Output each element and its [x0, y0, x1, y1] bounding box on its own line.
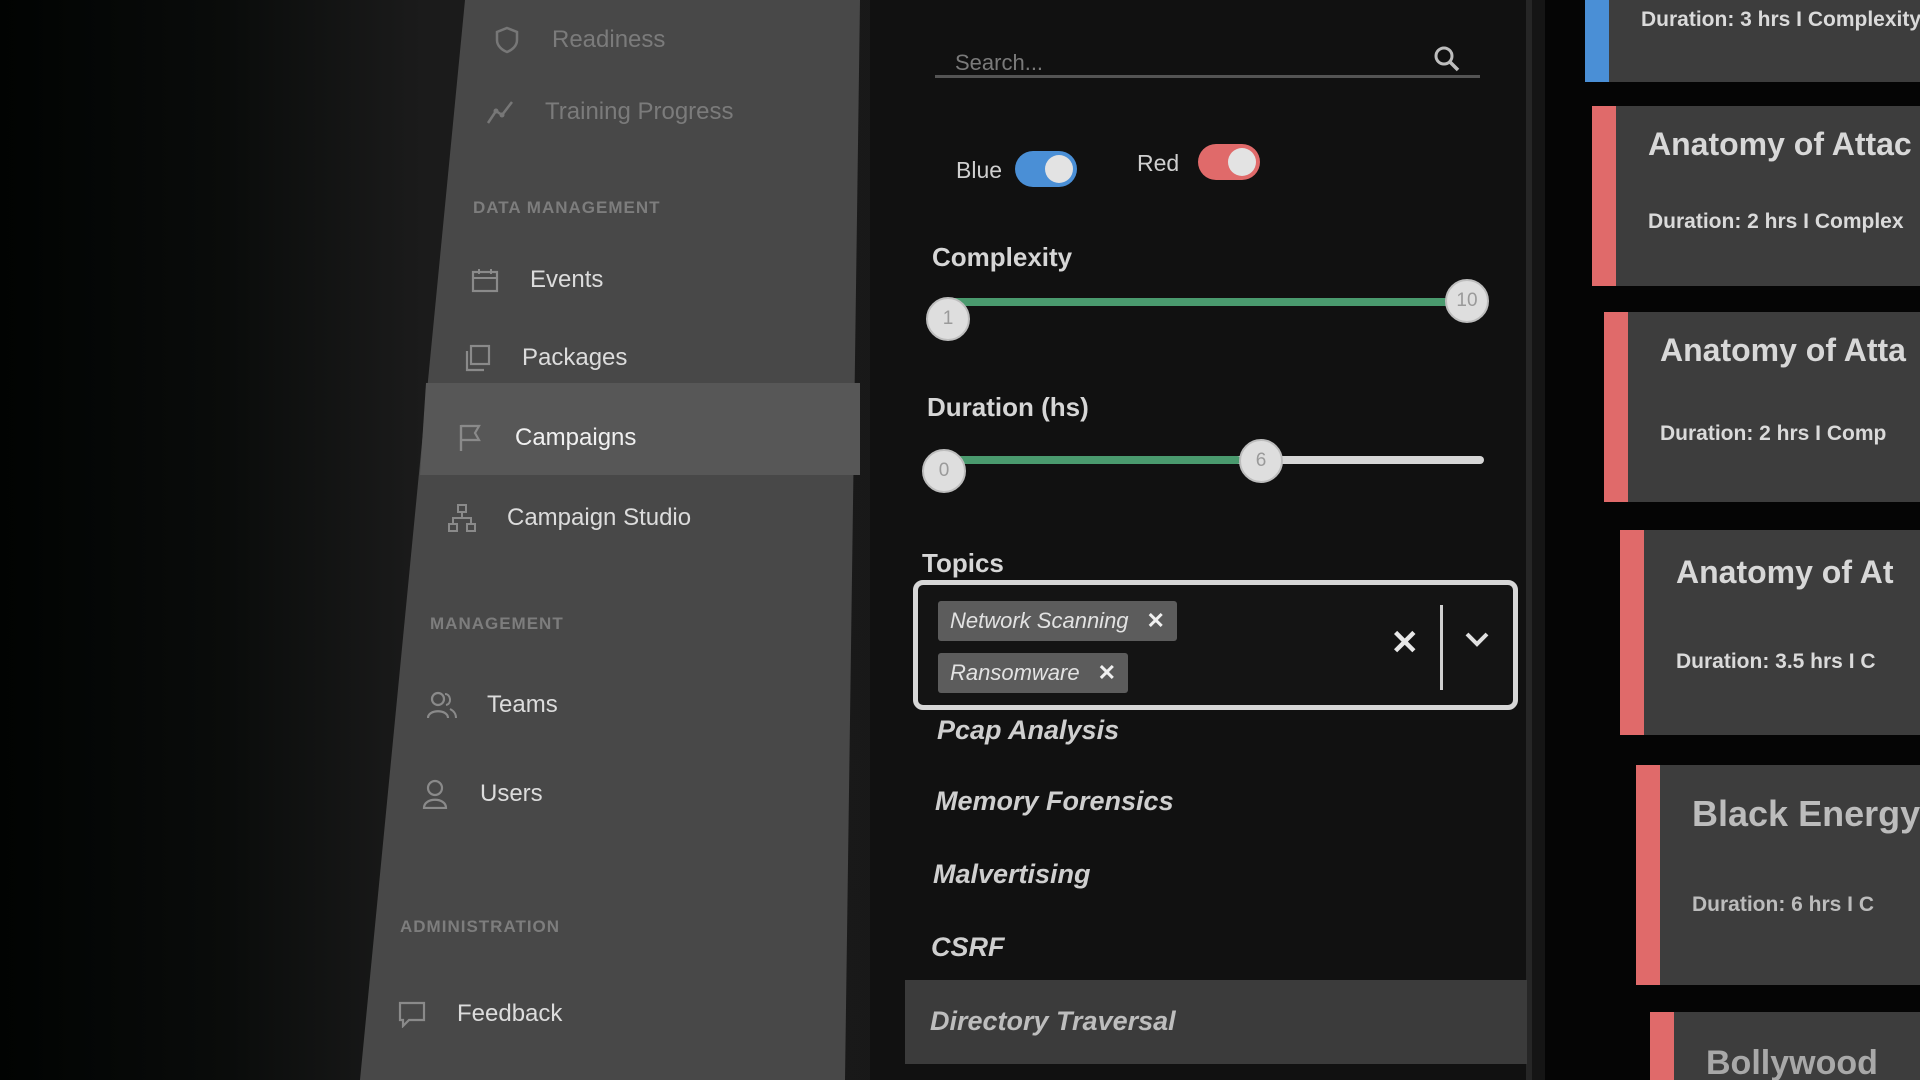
remove-chip-icon[interactable]: ✕ [1098, 660, 1116, 686]
campaign-card[interactable]: Duration: 3 hrs I Complexity [1585, 0, 1920, 82]
section-title-management: MANAGEMENT [430, 614, 564, 633]
panel-divider [1526, 0, 1532, 1080]
card-meta: Duration: 2 hrs I Complex [1648, 210, 1904, 233]
topics-multiselect[interactable]: Network Scanning ✕ Ransomware ✕ ✕ [913, 580, 1518, 710]
card-meta: Duration: 2 hrs I Comp [1660, 422, 1887, 445]
team-color-stripe [1650, 1012, 1674, 1080]
team-color-stripe [1592, 106, 1616, 286]
card-title: Anatomy of At [1676, 554, 1894, 590]
topic-option[interactable]: CSRF [931, 932, 1005, 963]
sidebar-item-label: Readiness [552, 26, 666, 53]
topic-chip-label: Network Scanning [950, 608, 1129, 633]
topics-title: Topics [922, 548, 1004, 578]
sidebar-item-events[interactable]: Events [468, 260, 603, 300]
sidebar-item-label: Campaign Studio [507, 504, 692, 531]
topic-chip: Ransomware ✕ [938, 653, 1129, 693]
complexity-title: Complexity [932, 242, 1073, 272]
duration-max-handle[interactable]: 6 [1239, 439, 1283, 483]
card-meta: Duration: 6 hrs I C [1692, 893, 1875, 916]
red-team-toggle[interactable] [1198, 144, 1260, 180]
toggle-knob [1045, 155, 1073, 183]
card-meta: Duration: 3.5 hrs I C [1676, 650, 1876, 673]
team-icon [425, 690, 459, 720]
shield-icon [490, 25, 524, 55]
flag-icon [453, 423, 487, 453]
card-title: Black Energy [1692, 793, 1920, 834]
complexity-slider-track[interactable] [950, 298, 1470, 306]
select-separator [1440, 605, 1443, 690]
card-title: Bollywood [1706, 1044, 1878, 1080]
campaign-card[interactable]: Black Energy Duration: 6 hrs I C [1636, 765, 1920, 985]
search-icon[interactable] [1432, 44, 1462, 74]
campaign-card[interactable]: Anatomy of Atta Duration: 2 hrs I Comp [1604, 312, 1920, 502]
campaign-card[interactable]: Anatomy of Attac Duration: 2 hrs I Compl… [1592, 106, 1920, 286]
hierarchy-icon [445, 503, 479, 533]
duration-slider-track[interactable] [944, 456, 1484, 464]
toggle-label-blue: Blue [956, 157, 1003, 183]
remove-chip-icon[interactable]: ✕ [1147, 608, 1165, 634]
team-color-stripe [1585, 0, 1609, 82]
sidebar-item-label: Users [480, 780, 543, 807]
topic-chip-label: Ransomware [950, 660, 1080, 685]
team-color-stripe [1636, 765, 1660, 985]
sidebar-item-readiness[interactable]: Readiness [490, 20, 665, 60]
user-icon [418, 779, 452, 809]
sidebar-item-label: Teams [487, 691, 558, 718]
sidebar-item-users[interactable]: Users [418, 774, 543, 814]
topic-chip: Network Scanning ✕ [938, 601, 1177, 641]
packages-icon [460, 343, 494, 373]
topic-option-highlighted[interactable]: Directory Traversal [930, 1006, 1176, 1037]
duration-slider-fill [944, 456, 1241, 464]
search-input[interactable]: Search... [935, 28, 1480, 78]
trend-icon [483, 97, 517, 127]
duration-min-handle[interactable]: 0 [922, 449, 966, 493]
sidebar-item-label: Training Progress [545, 98, 734, 125]
complexity-min-handle[interactable]: 1 [926, 297, 970, 341]
feedback-icon [395, 999, 429, 1029]
sidebar-item-training-progress[interactable]: Training Progress [483, 92, 734, 132]
clear-all-icon[interactable]: ✕ [1391, 623, 1420, 663]
team-color-stripe [1620, 530, 1644, 735]
card-title: Anatomy of Atta [1660, 332, 1906, 368]
section-title-data-management: DATA MANAGEMENT [473, 198, 661, 217]
card-meta: Duration: 3 hrs I Complexity [1641, 8, 1920, 31]
campaign-card[interactable]: Bollywood [1650, 1012, 1920, 1080]
sidebar-item-feedback[interactable]: Feedback [395, 994, 562, 1034]
blue-team-toggle[interactable] [1015, 151, 1077, 187]
sidebar-item-label: Packages [522, 344, 628, 371]
section-title-administration: ADMINISTRATION [400, 917, 561, 936]
campaign-card[interactable]: Anatomy of At Duration: 3.5 hrs I C [1620, 530, 1920, 735]
sidebar-item-label: Feedback [457, 1000, 563, 1027]
sidebar-item-label: Events [530, 266, 604, 293]
topic-option[interactable]: Memory Forensics [935, 786, 1174, 817]
toggle-label-red: Red [1137, 150, 1180, 176]
toggle-knob [1228, 148, 1256, 176]
team-color-stripe [1604, 312, 1628, 502]
sidebar-item-label: Campaigns [515, 424, 637, 451]
sidebar-item-campaign-studio[interactable]: Campaign Studio [445, 498, 691, 538]
search-placeholder: Search... [955, 50, 1044, 75]
topic-option[interactable]: Malvertising [933, 859, 1091, 890]
complexity-max-handle[interactable]: 10 [1445, 279, 1489, 323]
duration-title: Duration (hs) [927, 392, 1089, 422]
card-title: Anatomy of Attac [1648, 126, 1912, 162]
sidebar-item-campaigns[interactable]: Campaigns [453, 418, 636, 458]
chevron-down-icon[interactable] [1461, 623, 1493, 655]
sidebar-item-teams[interactable]: Teams [425, 685, 558, 725]
topic-option[interactable]: Pcap Analysis [937, 715, 1119, 746]
sidebar-item-packages[interactable]: Packages [460, 338, 627, 378]
calendar-icon [468, 265, 502, 295]
